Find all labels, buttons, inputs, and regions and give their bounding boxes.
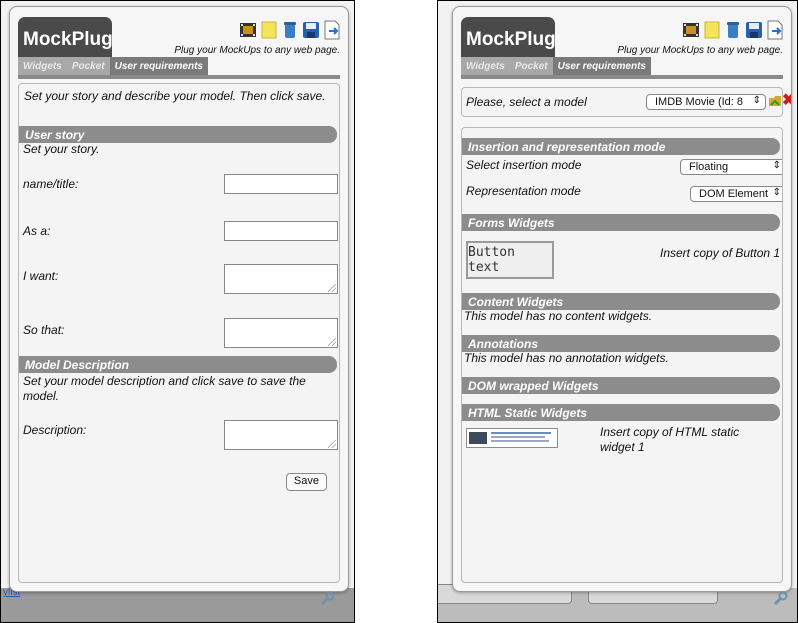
tab-user-requirements[interactable]: User requirements bbox=[109, 57, 208, 75]
so-that-textarea[interactable] bbox=[224, 318, 338, 348]
app-logo: MockPlug bbox=[461, 17, 556, 57]
description-textarea[interactable] bbox=[224, 420, 338, 450]
tagline: Plug your MockUps to any web page. bbox=[617, 45, 783, 56]
tagline: Plug your MockUps to any web page. bbox=[174, 45, 340, 56]
wrench-icon[interactable] bbox=[772, 591, 788, 610]
so-that-label: So that: bbox=[23, 323, 65, 337]
button-widget-preview[interactable]: Button text bbox=[466, 241, 554, 279]
html-static-heading: HTML Static Widgets bbox=[462, 404, 780, 421]
i-want-textarea[interactable] bbox=[224, 264, 338, 294]
tab-widgets[interactable]: Widgets bbox=[461, 57, 510, 75]
requirements-content: Set your story and describe your model. … bbox=[18, 83, 340, 583]
floppy-disk-icon[interactable] bbox=[302, 19, 319, 40]
representation-mode-value: DOM Element bbox=[699, 188, 769, 200]
left-screenshot: ylist MockPlug Plug your MockUps to any … bbox=[0, 0, 355, 623]
representation-mode-label: Representation mode bbox=[466, 184, 581, 198]
annotations-heading: Annotations bbox=[462, 335, 780, 352]
no-content-widgets-text: This model has no content widgets. bbox=[464, 309, 653, 323]
page-background bbox=[1, 588, 354, 622]
right-screenshot: MockPlug Plug your MockUps to any web pa… bbox=[437, 0, 798, 623]
name-title-input[interactable] bbox=[224, 174, 338, 194]
select-model-label: Please, select a model bbox=[466, 95, 587, 109]
insert-static-copy-text[interactable]: Insert copy of HTML static widget 1 bbox=[600, 425, 770, 455]
model-description-subtitle: Set your model description and click sav… bbox=[23, 374, 306, 403]
intro-text: Set your story and describe your model. … bbox=[24, 89, 326, 103]
model-description-heading: Model Description bbox=[19, 356, 337, 373]
i-want-label: I want: bbox=[23, 269, 59, 283]
representation-mode-select[interactable]: DOM Element ⇕ bbox=[690, 186, 782, 202]
resize-grip-icon[interactable] bbox=[328, 338, 336, 346]
trash-icon[interactable] bbox=[724, 19, 741, 40]
user-story-heading: User story bbox=[19, 126, 337, 143]
export-icon[interactable] bbox=[323, 19, 340, 40]
model-select-value: IMDB Movie (Id: 8 bbox=[655, 96, 744, 108]
user-story-subtitle: Set your story. bbox=[23, 142, 100, 156]
insertion-mode-select[interactable]: Floating ⇕ bbox=[680, 159, 782, 175]
description-label: Description: bbox=[23, 423, 87, 437]
select-arrows-icon: ⇕ bbox=[752, 95, 761, 106]
model-select[interactable]: IMDB Movie (Id: 8 ⇕ bbox=[646, 94, 766, 110]
export-icon[interactable] bbox=[766, 19, 783, 40]
mockplug-panel: MockPlug Plug your MockUps to any web pa… bbox=[9, 6, 349, 592]
as-a-input[interactable] bbox=[224, 221, 338, 241]
tab-widgets[interactable]: Widgets bbox=[18, 57, 67, 75]
select-arrows-icon: ⇕ bbox=[772, 160, 781, 171]
trash-icon[interactable] bbox=[281, 19, 298, 40]
insert-button-copy-text[interactable]: Insert copy of Button 1 bbox=[660, 246, 780, 260]
tab-user-requirements[interactable]: User requirements bbox=[552, 57, 651, 75]
tab-pocket[interactable]: Pocket bbox=[67, 57, 110, 75]
tab-bar: Widgets Pocket User requirements bbox=[18, 57, 340, 79]
model-widgets-content: Insertion and representation mode Select… bbox=[461, 127, 783, 583]
toolbar bbox=[682, 19, 783, 40]
insertion-mode-heading: Insertion and representation mode bbox=[462, 138, 780, 155]
resize-grip-icon[interactable] bbox=[328, 284, 336, 292]
name-title-label: name/title: bbox=[23, 177, 79, 191]
wrench-icon[interactable] bbox=[319, 591, 335, 610]
tab-bar: Widgets Pocket User requirements bbox=[461, 57, 783, 79]
save-button[interactable]: Save bbox=[285, 473, 327, 491]
mockplug-panel: MockPlug Plug your MockUps to any web pa… bbox=[452, 6, 792, 592]
dom-wrapped-heading: DOM wrapped Widgets bbox=[462, 377, 780, 394]
model-select-row: Please, select a model IMDB Movie (Id: 8… bbox=[461, 87, 791, 117]
insertion-mode-label: Select insertion mode bbox=[466, 158, 582, 172]
film-icon[interactable] bbox=[239, 19, 256, 40]
resize-grip-icon[interactable] bbox=[328, 440, 336, 448]
forms-widgets-heading: Forms Widgets bbox=[462, 214, 780, 231]
as-a-label: As a: bbox=[23, 224, 51, 238]
film-icon[interactable] bbox=[682, 19, 699, 40]
tab-pocket[interactable]: Pocket bbox=[510, 57, 553, 75]
note-icon[interactable] bbox=[260, 19, 277, 40]
content-widgets-heading: Content Widgets bbox=[462, 293, 780, 310]
toolbar bbox=[239, 19, 340, 40]
no-annotation-widgets-text: This model has no annotation widgets. bbox=[464, 351, 669, 365]
folder-icon[interactable] bbox=[768, 94, 782, 111]
select-arrows-icon: ⇕ bbox=[772, 187, 781, 198]
app-logo: MockPlug bbox=[18, 17, 113, 57]
insertion-mode-value: Floating bbox=[689, 161, 729, 173]
note-icon[interactable] bbox=[703, 19, 720, 40]
html-static-widget-thumbnail[interactable] bbox=[466, 428, 558, 448]
floppy-disk-icon[interactable] bbox=[745, 19, 762, 40]
delete-x-icon[interactable]: ✖ bbox=[782, 93, 791, 109]
